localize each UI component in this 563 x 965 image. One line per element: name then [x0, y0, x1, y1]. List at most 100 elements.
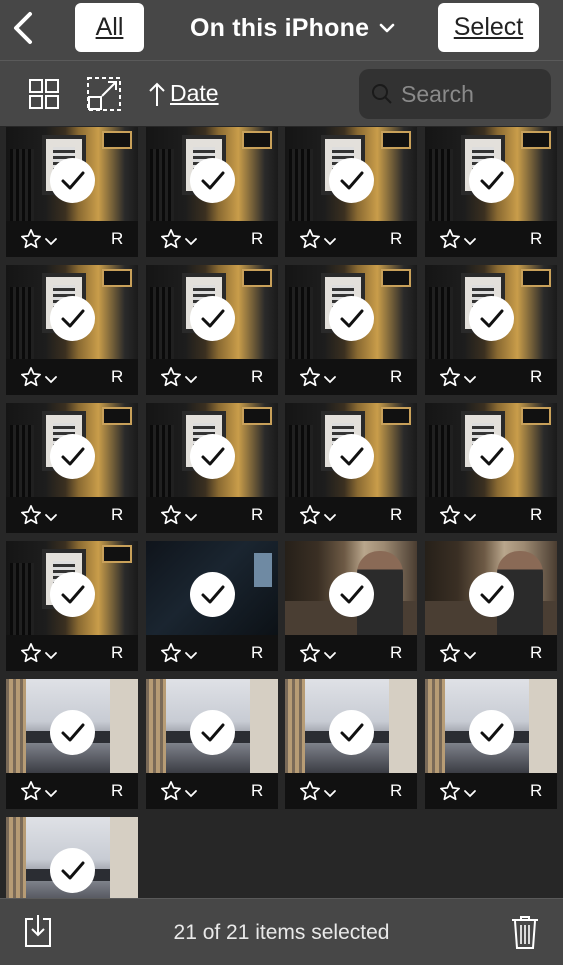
star-rating-button[interactable]: [439, 780, 461, 807]
photo-item[interactable]: R: [146, 265, 278, 395]
rating-dropdown[interactable]: [323, 786, 337, 804]
star-rating-button[interactable]: [160, 504, 182, 531]
photo-thumbnail[interactable]: [425, 679, 557, 773]
star-rating-button[interactable]: [160, 228, 182, 255]
reject-flag[interactable]: R: [251, 505, 263, 525]
rating-dropdown[interactable]: [44, 234, 58, 252]
selected-check[interactable]: [469, 434, 514, 479]
rating-dropdown[interactable]: [184, 786, 198, 804]
photo-thumbnail[interactable]: [425, 127, 557, 221]
all-button[interactable]: All: [75, 3, 144, 52]
photo-item[interactable]: R: [285, 127, 417, 257]
selected-check[interactable]: [50, 158, 95, 203]
reject-flag[interactable]: R: [111, 505, 123, 525]
star-rating-button[interactable]: [439, 504, 461, 531]
rating-dropdown[interactable]: [184, 510, 198, 528]
photo-thumbnail[interactable]: [285, 127, 417, 221]
selected-check[interactable]: [50, 296, 95, 341]
rating-dropdown[interactable]: [184, 648, 198, 666]
star-rating-button[interactable]: [439, 228, 461, 255]
selected-check[interactable]: [329, 296, 374, 341]
photo-thumbnail[interactable]: [6, 127, 138, 221]
delete-button[interactable]: [510, 914, 540, 955]
album-picker[interactable]: On this iPhone: [190, 12, 395, 44]
photo-item[interactable]: R: [425, 679, 557, 809]
reject-flag[interactable]: R: [390, 643, 402, 663]
photo-item[interactable]: R: [146, 403, 278, 533]
star-rating-button[interactable]: [299, 642, 321, 669]
photo-item[interactable]: R: [425, 127, 557, 257]
selected-check[interactable]: [469, 158, 514, 203]
selected-check[interactable]: [50, 572, 95, 617]
select-button[interactable]: Select: [438, 3, 539, 52]
reject-flag[interactable]: R: [390, 505, 402, 525]
selected-check[interactable]: [190, 434, 235, 479]
photo-thumbnail[interactable]: [146, 403, 278, 497]
rating-dropdown[interactable]: [323, 234, 337, 252]
photo-thumbnail[interactable]: [285, 265, 417, 359]
star-rating-button[interactable]: [299, 366, 321, 393]
photo-thumbnail[interactable]: [146, 265, 278, 359]
photo-thumbnail[interactable]: [6, 541, 138, 635]
selected-check[interactable]: [329, 710, 374, 755]
photo-thumbnail[interactable]: [425, 403, 557, 497]
rating-dropdown[interactable]: [44, 372, 58, 390]
reject-flag[interactable]: R: [251, 367, 263, 387]
back-button[interactable]: [8, 10, 40, 46]
star-rating-button[interactable]: [20, 228, 42, 255]
rating-dropdown[interactable]: [323, 372, 337, 390]
reject-flag[interactable]: R: [251, 229, 263, 249]
photo-thumbnail[interactable]: [6, 265, 138, 359]
rating-dropdown[interactable]: [463, 372, 477, 390]
rating-dropdown[interactable]: [463, 648, 477, 666]
photo-item[interactable]: R: [146, 541, 278, 671]
photo-item[interactable]: R: [6, 403, 138, 533]
star-rating-button[interactable]: [20, 780, 42, 807]
selected-check[interactable]: [50, 434, 95, 479]
reject-flag[interactable]: R: [111, 643, 123, 663]
selected-check[interactable]: [190, 296, 235, 341]
reject-flag[interactable]: R: [530, 781, 542, 801]
photo-item[interactable]: R: [146, 679, 278, 809]
photo-item[interactable]: R: [285, 403, 417, 533]
rating-dropdown[interactable]: [184, 234, 198, 252]
photo-thumbnail[interactable]: [285, 541, 417, 635]
rating-dropdown[interactable]: [184, 372, 198, 390]
star-rating-button[interactable]: [299, 228, 321, 255]
selected-check[interactable]: [190, 710, 235, 755]
reject-flag[interactable]: R: [390, 781, 402, 801]
photo-item[interactable]: R: [6, 127, 138, 257]
star-rating-button[interactable]: [299, 504, 321, 531]
star-rating-button[interactable]: [20, 366, 42, 393]
reject-flag[interactable]: R: [111, 781, 123, 801]
selected-check[interactable]: [329, 572, 374, 617]
rating-dropdown[interactable]: [44, 786, 58, 804]
photo-item[interactable]: R: [6, 817, 138, 898]
photo-thumbnail[interactable]: [285, 679, 417, 773]
selected-check[interactable]: [469, 296, 514, 341]
photo-thumbnail[interactable]: [6, 817, 138, 898]
star-rating-button[interactable]: [160, 366, 182, 393]
selected-check[interactable]: [469, 572, 514, 617]
star-rating-button[interactable]: [160, 642, 182, 669]
photo-item[interactable]: R: [425, 403, 557, 533]
photo-item[interactable]: R: [146, 127, 278, 257]
grid-view-button[interactable]: [28, 78, 60, 115]
reject-flag[interactable]: R: [530, 505, 542, 525]
selected-check[interactable]: [190, 158, 235, 203]
photo-item[interactable]: R: [425, 265, 557, 395]
selected-check[interactable]: [469, 710, 514, 755]
photo-thumbnail[interactable]: [6, 403, 138, 497]
photo-item[interactable]: R: [6, 541, 138, 671]
search-box[interactable]: [359, 69, 551, 119]
search-input[interactable]: [401, 80, 541, 108]
reject-flag[interactable]: R: [390, 367, 402, 387]
photo-thumbnail[interactable]: [425, 541, 557, 635]
star-rating-button[interactable]: [20, 642, 42, 669]
photo-item[interactable]: R: [6, 679, 138, 809]
rating-dropdown[interactable]: [44, 648, 58, 666]
rating-dropdown[interactable]: [463, 510, 477, 528]
resize-button[interactable]: [86, 76, 122, 117]
star-rating-button[interactable]: [299, 780, 321, 807]
photo-thumbnail[interactable]: [146, 127, 278, 221]
